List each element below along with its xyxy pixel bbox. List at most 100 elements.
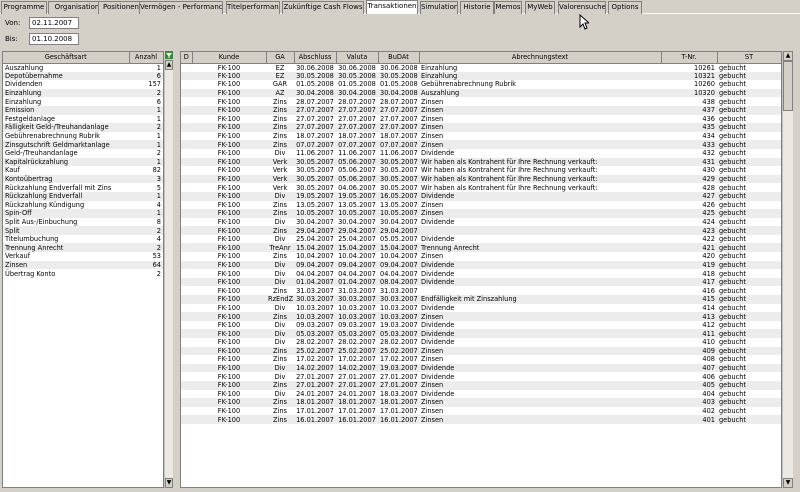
table-row[interactable]: Split Aus-/Einbuchung 8 xyxy=(3,218,163,227)
scroll-thumb[interactable] xyxy=(783,61,793,111)
table-row[interactable]: FK-100 Div 24.01.2007 24.01.2007 18.03.2007 D… xyxy=(181,390,781,399)
table-row[interactable]: FK-100 Div 14.02.2007 14.02.2007 19.03.2007 D… xyxy=(181,363,781,373)
column-header[interactable]: D xyxy=(181,52,193,64)
scroll-up-button[interactable]: ▲ xyxy=(165,60,173,70)
table-row[interactable]: Auszahlung 1 xyxy=(3,63,163,72)
table-row[interactable]: FK-100 Div 01.04.2007 01.04.2007 08.04.2007 D… xyxy=(181,277,781,287)
table-row[interactable]: FK-100 TreAnr 15.04.2007 15.04.2007 15.04.20… xyxy=(181,243,781,253)
table-row[interactable]: FK-100 AZ 30.04.2008 30.04.2008 30.04.2008 Au… xyxy=(181,88,781,98)
table-row[interactable]: Rückzahlung Endverfall mit Zins 5 xyxy=(3,183,163,192)
table-row[interactable]: Geld-/Treuhandanlage 2 xyxy=(3,149,163,158)
table-row[interactable]: FK-100 Zins 27.01.2007 27.01.2007 27.01.2007… xyxy=(181,380,781,390)
table-row[interactable]: FK-100 Div 19.05.2007 19.05.2007 16.05.2007 D… xyxy=(181,191,781,201)
table-row[interactable]: Fälligkeit Geld-/Treuhandanlage 2 xyxy=(3,123,163,132)
table-row[interactable]: FK-100 Zins 17.02.2007 17.02.2007 17.02.2007… xyxy=(181,355,781,364)
table-row[interactable]: Spin-Off 1 xyxy=(3,209,163,218)
tab-titelperformance[interactable]: Titelperformance xyxy=(226,1,280,14)
von-date-input[interactable]: 02.11.2007 xyxy=(29,17,79,29)
table-row[interactable]: Gebührenabrechnung Rubrik 1 xyxy=(3,132,163,141)
table-row[interactable]: FK-100 Zins 28.07.2007 28.07.2007 28.07.2007… xyxy=(181,97,781,106)
tab-zukünftige-cash-flows[interactable]: Zukünftige Cash Flows xyxy=(282,1,364,14)
tab-vermögen-performance[interactable]: Vermögen - Performance xyxy=(139,1,223,14)
bis-date-input[interactable]: 01.10.2008 xyxy=(29,33,79,45)
table-row[interactable]: Zinsen 64 xyxy=(3,260,163,270)
table-row[interactable]: Verkauf 53 xyxy=(3,252,163,261)
table-row[interactable]: FK-100 Div 09.03.2007 09.03.2007 19.03.2007 D… xyxy=(181,321,781,330)
table-row[interactable]: Übertrag Konto 2 xyxy=(3,269,163,278)
column-header[interactable]: Valuta xyxy=(336,52,379,64)
table-row[interactable]: FK-100 Div 27.01.2007 27.01.2007 27.01.2007 D… xyxy=(181,372,781,381)
table-row[interactable]: FK-100 Verk 30.05.2007 04.06.2007 30.05.2007… xyxy=(181,183,781,192)
table-row[interactable]: FK-100 RzEndZ 30.03.2007 30.03.2007 30.03.20… xyxy=(181,295,781,304)
table-row[interactable]: FK-100 Zins 31.03.2007 31.03.2007 31.03.2007… xyxy=(181,286,781,295)
table-row[interactable]: FK-100 Verk 30.05.2007 05.06.2007 30.05.2007… xyxy=(181,166,781,175)
tab-myweb[interactable]: MyWeb xyxy=(525,1,555,14)
table-row[interactable]: Kontoübertrag 3 xyxy=(3,174,163,184)
tab-options[interactable]: Options xyxy=(608,1,642,14)
table-row[interactable]: FK-100 Div 28.02.2007 28.02.2007 28.02.2007 D… xyxy=(181,338,781,347)
table-row[interactable]: Depotübernahme 6 xyxy=(3,71,163,81)
table-row[interactable]: FK-100 Div 25.04.2007 25.04.2007 05.05.2007 D… xyxy=(181,235,781,244)
table-row[interactable]: FK-100 Zins 13.05.2007 13.05.2007 13.05.2007… xyxy=(181,201,781,210)
table-row[interactable]: Dividenden 157 xyxy=(3,80,163,89)
table-row[interactable]: FK-100 Zins 25.02.2007 25.02.2007 25.02.2007… xyxy=(181,346,781,356)
table-row[interactable]: FK-100 Zins 18.01.2007 18.01.2007 18.01.2007… xyxy=(181,398,781,407)
column-header[interactable]: Kunde xyxy=(192,52,267,64)
table-row[interactable]: Festgeldanlage 1 xyxy=(3,115,163,124)
table-row[interactable]: Rückzahlung Kündigung 4 xyxy=(3,201,163,210)
column-header[interactable]: Abschluss xyxy=(294,52,337,64)
table-row[interactable]: Rückzahlung Endverfall 1 xyxy=(3,191,163,201)
table-row[interactable]: Einzahlung 6 xyxy=(3,97,163,106)
table-row[interactable]: FK-100 Zins 27.07.2007 27.07.2007 27.07.2007… xyxy=(181,115,781,124)
table-row[interactable]: Einzahlung 2 xyxy=(3,88,163,98)
table-row[interactable]: Zinsgutschrift Geldmarktanlage 1 xyxy=(3,140,163,149)
table-row[interactable]: FK-100 Verk 30.05.2007 05.06.2007 30.05.2007… xyxy=(181,174,781,184)
tab-transaktionen[interactable]: Transaktionen xyxy=(366,0,418,14)
table-row[interactable]: FK-100 Zins 17.01.2007 17.01.2007 17.01.2007… xyxy=(181,407,781,416)
table-row[interactable]: FK-100 Zins 10.05.2007 10.05.2007 10.05.2007… xyxy=(181,209,781,218)
table-row[interactable]: Kauf 82 xyxy=(3,166,163,175)
table-row[interactable]: FK-100 Div 09.04.2007 09.04.2007 09.04.2007 D… xyxy=(181,260,781,270)
tab-historie[interactable]: Historie xyxy=(460,1,494,14)
table-row[interactable]: FK-100 Div 05.03.2007 05.03.2007 05.03.2007 D… xyxy=(181,329,781,338)
column-header[interactable]: Geschäftsart xyxy=(3,52,130,64)
table-row[interactable]: Titelumbuchung 4 xyxy=(3,235,163,244)
table-row[interactable]: FK-100 Zins 10.03.2007 10.03.2007 10.03.2007… xyxy=(181,312,781,321)
table-row[interactable]: FK-100 GAR 01.05.2008 01.05.2008 01.05.2008 G… xyxy=(181,80,781,89)
table-row[interactable]: FK-100 Zins 27.07.2007 27.07.2007 27.07.2007… xyxy=(181,123,781,132)
table-row[interactable]: Kapitalrückzahlung 1 xyxy=(3,157,163,167)
table-row[interactable]: FK-100 Zins 27.07.2007 27.07.2007 27.07.2007… xyxy=(181,105,781,115)
column-header[interactable]: Anzahl xyxy=(129,52,163,64)
table-row[interactable]: FK-100 Verk 30.05.2007 05.06.2007 30.05.2007… xyxy=(181,157,781,167)
tab-memos[interactable]: Memos xyxy=(494,1,522,14)
scroll-down-button[interactable]: ▼ xyxy=(165,478,173,488)
scroll-up-button[interactable]: ▲ xyxy=(783,51,793,61)
column-header[interactable]: Abrechnungstext xyxy=(419,52,662,64)
table-row[interactable]: Trennung Anrecht 2 xyxy=(3,243,163,253)
table-row[interactable]: FK-100 Zins 10.04.2007 10.04.2007 10.04.2007… xyxy=(181,252,781,261)
filter-icon[interactable] xyxy=(165,51,173,59)
table-row[interactable]: FK-100 EZ 30.05.2008 30.05.2008 30.05.2008 Ei… xyxy=(181,71,781,81)
table-row[interactable]: FK-100 Zins 29.04.2007 29.04.2007 29.04.2007… xyxy=(181,226,781,235)
column-header[interactable]: GA xyxy=(266,52,295,64)
table-row[interactable]: FK-100 Div 11.06.2007 11.06.2007 11.06.2007 D… xyxy=(181,149,781,158)
table-row[interactable]: FK-100 Div 04.04.2007 04.04.2007 04.04.2007 D… xyxy=(181,269,781,278)
column-header[interactable]: BuDAt xyxy=(378,52,420,64)
table-row[interactable]: Emission 1 xyxy=(3,105,163,115)
scroll-down-button[interactable]: ▼ xyxy=(783,478,793,488)
left-scrollbar[interactable]: ▲ ▼ xyxy=(164,60,173,488)
right-scrollbar[interactable]: ▲ ▼ xyxy=(782,51,793,488)
tab-positionen[interactable]: Positionen xyxy=(98,1,144,14)
tab-valorensuche[interactable]: Valorensuche xyxy=(558,1,606,14)
table-row[interactable]: FK-100 Zins 16.01.2007 16.01.2007 16.01.2007… xyxy=(181,415,781,424)
table-row[interactable]: Split 2 xyxy=(3,226,163,235)
column-header[interactable]: T-Nr. xyxy=(661,52,718,64)
table-row[interactable]: FK-100 Zins 07.07.2007 07.07.2007 07.07.2007… xyxy=(181,140,781,149)
table-row[interactable]: FK-100 Zins 18.07.2007 18.07.2007 18.07.2007… xyxy=(181,132,781,141)
tab-simulation[interactable]: Simulation xyxy=(420,1,458,14)
table-row[interactable]: FK-100 Div 10.03.2007 10.03.2007 10.03.2007 D… xyxy=(181,304,781,313)
tab-programme[interactable]: Programme xyxy=(1,1,47,14)
column-header[interactable]: ST xyxy=(717,52,781,64)
table-row[interactable]: FK-100 EZ 30.06.2008 30.06.2008 30.06.2008 Ei… xyxy=(181,63,781,72)
table-row[interactable]: FK-100 Div 30.04.2007 30.04.2007 30.04.2007 D… xyxy=(181,218,781,227)
